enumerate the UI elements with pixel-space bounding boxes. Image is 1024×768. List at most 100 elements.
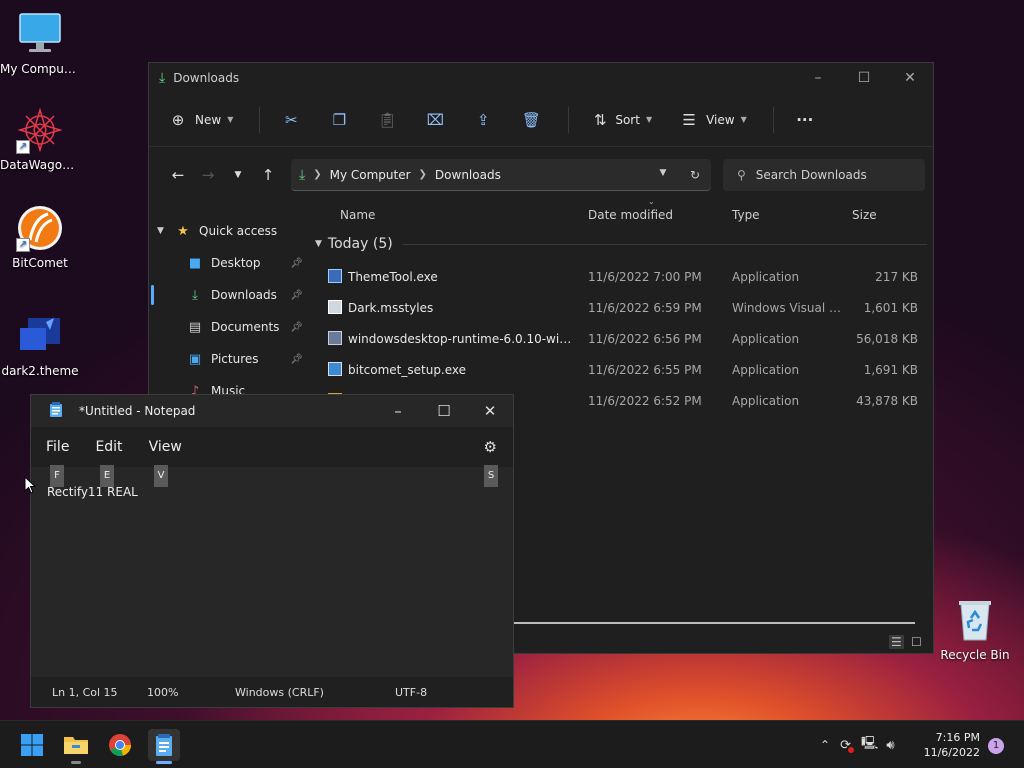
group-header-today[interactable]: ▼ Today (5) [315,227,927,261]
taskbar-chrome[interactable] [104,729,136,761]
taskbar-file-explorer[interactable] [60,729,92,764]
desktop-icon-bitcomet[interactable]: ↗ BitComet [0,204,80,270]
network-icon[interactable]: 🖳︎ [861,734,878,756]
address-bar[interactable]: ⤓ ❯ My Computer ❯ Downloads ▼ ↻ [291,159,711,191]
exe-window-icon [328,269,342,283]
notification-badge[interactable]: 1 [988,738,1004,754]
nav-item-documents[interactable]: ▤ Documents 📌︎ [149,311,307,343]
folder-icon [64,737,88,754]
pin-icon: 📌︎ [290,289,303,301]
file-type: Windows Visual St... [732,300,847,315]
text-editor[interactable]: Rectify11 REAL [47,485,138,499]
recycle-bin-icon [951,596,999,644]
file-name: bitcomet_setup.exe [348,363,467,377]
clock-date: 11/6/2022 [923,746,980,759]
breadcrumb-my-computer[interactable]: My Computer [330,168,411,182]
desktop-icon-datawagon[interactable]: ↗ DataWagon... [0,106,80,172]
desktop-icon-my-computer[interactable]: My Computer [0,10,80,76]
column-type[interactable]: Type [732,208,760,222]
toolbar-divider [772,106,774,133]
search-placeholder: Search Downloads [755,168,867,182]
file-size: 1,691 KB [863,362,918,377]
new-label: New [195,112,222,127]
refresh-button[interactable]: ↻ [679,168,711,182]
menu-view[interactable]: View [149,439,182,455]
view-button[interactable]: ☰ View ▼ [678,111,746,129]
share-button[interactable]: ⇪ [472,111,494,129]
nav-item-pictures[interactable]: ▣ Pictures 📌︎ [149,343,307,375]
scissors-icon: ✂ [285,110,298,129]
up-button[interactable]: ↑ [253,166,283,184]
notepad-titlebar[interactable]: *Untitled - Notepad – ☐ ✕ [31,395,513,427]
paste-button[interactable]: 📋︎ [376,111,398,129]
explorer-titlebar[interactable]: ⤓ Downloads – ☐ ✕ [149,63,933,93]
file-row[interactable]: bitcomet_setup.exe 11/6/2022 6:55 PM App… [315,354,927,385]
sort-button[interactable]: ⇅ Sort ▼ [589,111,652,129]
nav-label: Downloads [211,288,277,302]
clock[interactable]: 7:16 PM 11/6/2022 [924,730,980,760]
line-ending: Windows (CRLF) [235,685,324,699]
delete-button[interactable]: 🗑︎ [520,111,542,129]
volume-icon[interactable]: 🔊︎ [886,738,894,753]
copy-button[interactable]: ❐ [328,111,350,129]
desktop-icon-label: BitComet [12,256,68,270]
chrome-icon [109,734,132,757]
nav-item-desktop[interactable]: ■ Desktop 📌︎ [149,247,307,279]
setup-download-icon [328,362,342,376]
downloads-icon: ⤓ [159,70,166,86]
bitcomet-icon: ↗ [16,204,64,252]
maximize-button[interactable]: ☐ [421,395,467,427]
back-button[interactable]: ← [163,166,193,184]
star-icon: ★ [177,223,189,239]
breadcrumb-downloads[interactable]: Downloads [435,168,501,182]
details-view-icon[interactable]: ☰ [889,635,904,649]
minimize-button[interactable]: – [795,63,841,93]
clipboard-icon: 📋︎ [377,110,397,129]
nav-item-downloads[interactable]: ⤓ Downloads 📌︎ [149,279,307,311]
file-row[interactable]: windowsdesktop-runtime-6.0.10-win-x6... … [315,323,927,354]
recent-locations-button[interactable]: ▼ [223,170,253,180]
sync-icon[interactable]: ⟳ [840,738,854,753]
chevron-down-icon: ▼ [227,115,234,124]
file-size: 43,878 KB [856,393,918,408]
file-row[interactable]: ThemeTool.exe 11/6/2022 7:00 PM Applicat… [315,261,927,292]
new-button[interactable]: ⊕ New ▼ [167,111,234,129]
start-button[interactable] [16,729,48,761]
desktop-icon-dark2-theme[interactable]: dark2.theme [0,312,80,378]
taskbar-notepad[interactable] [148,729,180,764]
file-size: 56,018 KB [856,331,918,346]
rename-button[interactable]: ⌧ [424,111,446,129]
close-button[interactable]: ✕ [887,63,933,93]
nav-label: Documents [211,320,280,334]
view-label: View [706,112,735,127]
pin-icon: 📌︎ [290,353,303,365]
menu-edit[interactable]: Edit [95,439,122,455]
sort-caret-icon: ⌄ [648,197,655,206]
file-date: 11/6/2022 7:00 PM [588,269,702,284]
desktop-icon-label: DataWagon... [0,158,80,172]
notepad-window[interactable]: *Untitled - Notepad – ☐ ✕ File Edit View… [30,394,514,708]
address-dropdown-button[interactable]: ▼ [647,168,679,182]
file-row[interactable]: Dark.msstyles 11/6/2022 6:59 PM Windows … [315,292,927,323]
column-date-modified[interactable]: Date modified [588,208,673,222]
forward-button[interactable]: → [193,166,223,184]
maximize-button[interactable]: ☐ [841,63,887,93]
search-box[interactable]: ⚲ Search Downloads [723,159,925,191]
menu-file[interactable]: File [46,439,69,455]
desktop-icon-label: dark2.theme [1,364,79,378]
close-button[interactable]: ✕ [467,395,513,427]
minimize-button[interactable]: – [375,395,421,427]
cut-button[interactable]: ✂ [280,111,302,129]
gear-icon[interactable]: ⚙ [484,438,497,456]
chevron-up-icon[interactable]: ⌃ [820,738,830,752]
sort-arrows-icon: ⇅ [594,110,607,129]
horizontal-scrollbar[interactable] [513,622,915,624]
nav-quick-access[interactable]: ▼ ★ Quick access [149,215,307,247]
command-bar: ⊕ New ▼ ✂ ❐ 📋︎ ⌧ ⇪ 🗑︎ ⇅ Sort ▼ ☰ View ▼ … [149,93,933,147]
column-name[interactable]: Name [340,208,375,222]
file-date: 11/6/2022 6:55 PM [588,362,702,377]
tiles-view-icon[interactable]: ☐ [911,635,922,649]
more-options-button[interactable]: ··· [794,111,816,129]
desktop-icon-recycle-bin[interactable]: Recycle Bin [935,596,1015,662]
column-size[interactable]: Size [852,208,877,222]
